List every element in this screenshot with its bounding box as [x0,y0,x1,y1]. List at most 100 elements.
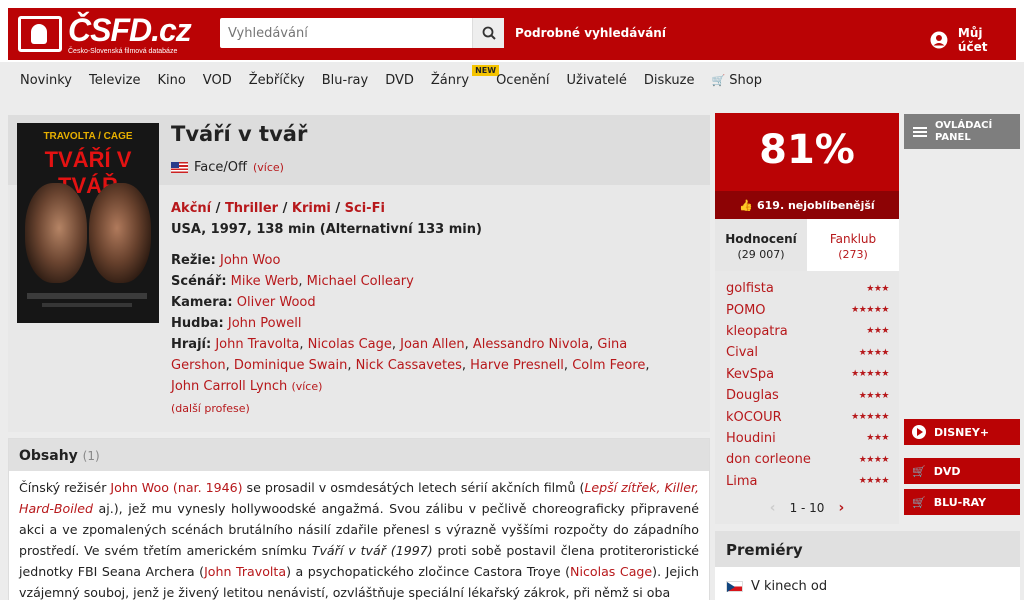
search-input[interactable] [220,18,468,48]
writer-link[interactable]: Michael Colleary [307,274,414,289]
user-rating-row: POMO ★★★★★ [726,299,889,320]
user-rating-row: kOCOUR ★★★★★ [726,406,889,427]
advanced-search-link[interactable]: Podrobné vyhledávání [515,26,666,40]
cast-link[interactable]: Harve Presnell [470,358,564,373]
writer-row: Scénář: Mike Werb, Michael Colleary [171,274,414,289]
genre-separator: / [211,201,225,216]
cast-link[interactable]: Joan Allen [400,337,464,352]
music-link[interactable]: John Powell [228,316,302,331]
user-link[interactable]: don corleone [726,452,811,467]
plot-text-part: Čínský režisér [19,480,111,495]
next-page-icon[interactable]: › [838,500,844,516]
nav-item-bluray[interactable]: Blu-ray [322,73,368,88]
genre-link[interactable]: Thriller [225,201,278,216]
plot-actor-link[interactable]: John Travolta [204,564,286,579]
stars-icon: ★★★★ [858,454,890,465]
genre-link[interactable]: Sci-Fi [345,201,385,216]
film-poster[interactable]: TRAVOLTA / CAGE TVÁŘÍ V TVÁŘ [17,123,159,323]
account-button[interactable]: Můj účet [930,26,1016,54]
nav-item-shop[interactable]: 🛒 Shop [711,73,762,88]
cast-link[interactable]: Alessandro Nivola [473,337,589,352]
premiere-row: V kinech od [715,567,1020,600]
nav-item-zanry[interactable]: Žánry NEW [430,64,500,88]
cast-more-link[interactable]: (více) [291,380,322,393]
menu-icon [913,126,927,137]
stars-icon: ★★★★ [858,390,890,401]
disney-plus-label: DISNEY+ [934,425,990,439]
tab-hodnoceni[interactable]: Hodnocení (29 007) [715,219,807,271]
search-button[interactable] [472,18,504,48]
nav-item-uzivatele[interactable]: Uživatelé [567,73,627,88]
popularity-rank-text: 619. nejoblíbenější [756,198,875,212]
original-title-more-link[interactable]: (více) [253,161,284,174]
user-link[interactable]: POMO [726,303,766,318]
user-link[interactable]: kleopatra [726,324,788,339]
cast-link[interactable]: Dominique Swain [234,358,347,373]
genre-link[interactable]: Akční [171,201,211,216]
plot-section: Obsahy (1) Čínský režisér John Woo (nar.… [8,438,710,600]
rating-tabs: Hodnocení (29 007) Fanklub (273) [715,219,899,271]
play-icon [912,425,926,439]
premieres-heading: Premiéry [715,531,1020,567]
buy-bluray-button[interactable]: 🛒 BLU-RAY [904,489,1020,515]
writer-label: Scénář: [171,274,227,289]
plot-director-link[interactable]: John Woo (nar. 1946) [110,480,242,495]
user-link[interactable]: KevSpa [726,367,774,382]
user-rating-row: Houdini ★★★ [726,428,889,449]
stars-icon: ★★★ [866,326,889,337]
user-link[interactable]: golfista [726,281,774,296]
control-panel-label: OVLÁDACÍ PANEL [935,119,993,143]
control-panel-button[interactable]: OVLÁDACÍ PANEL [904,114,1020,149]
camera-link[interactable]: Oliver Wood [237,295,316,310]
account-label: Můj účet [957,26,988,54]
popularity-rank[interactable]: 👍 619. nejoblíbenější [715,191,899,219]
cast-link[interactable]: John Travolta [215,337,299,352]
nav-item-zanry-label: Žánry [430,72,470,88]
genre-link[interactable]: Krimi [292,201,331,216]
main-nav: Novinky Televize Kino VOD Žebříčky Blu-r… [8,62,1016,98]
prev-page-icon[interactable]: ‹ [770,500,776,516]
user-link[interactable]: Douglas [726,388,779,403]
site-logo[interactable]: ČSFD.cz Česko-Slovenská filmová databáze [18,12,193,58]
more-professions-link[interactable]: (další profese) [171,402,250,415]
nav-item-diskuze[interactable]: Diskuze [644,73,695,88]
nav-item-novinky[interactable]: Novinky [20,73,72,88]
creators-list: Režie: John Woo Scénář: Mike Werb, Micha… [171,250,671,397]
user-rating-row: golfista ★★★ [726,278,889,299]
plot-text-part: ) a psychopatického zločince Castora Tro… [286,564,571,579]
nav-item-televize[interactable]: Televize [89,73,140,88]
nav-item-kino[interactable]: Kino [157,73,185,88]
plot-text-part: se prosadil v osmdesátých letech sérií a… [242,480,585,495]
us-flag-icon [171,162,188,173]
user-link[interactable]: Cival [726,345,758,360]
cast-link[interactable]: John Carroll Lynch [171,379,287,394]
ratings-pager: ‹ 1 - 10 › [715,496,899,520]
tab-label: Fanklub [829,232,877,246]
bluray-label: BLU-RAY [933,495,987,509]
writer-link[interactable]: Mike Werb [231,274,299,289]
nav-item-dvd[interactable]: DVD [385,73,414,88]
thumbs-up-icon: 👍 [739,198,753,212]
nav-item-oceneni[interactable]: Ocenění [496,73,549,88]
tab-label: Hodnocení [725,232,797,246]
user-link[interactable]: kOCOUR [726,410,782,425]
cast-link[interactable]: Nicolas Cage [308,337,392,352]
stars-icon: ★★★★★ [851,305,889,316]
user-link[interactable]: Lima [726,474,757,489]
nav-item-vod[interactable]: VOD [203,73,232,88]
genre-separator: / [278,201,292,216]
stars-icon: ★★★ [866,283,889,294]
plot-actor-link[interactable]: Nicolas Cage [570,564,652,579]
user-link[interactable]: Houdini [726,431,776,446]
director-link[interactable]: John Woo [220,253,280,268]
tab-fanklub[interactable]: Fanklub (273) [807,219,899,271]
disney-plus-button[interactable]: DISNEY+ [904,419,1020,445]
nav-item-zebricky[interactable]: Žebříčky [249,73,305,88]
search-box [220,18,504,48]
buy-dvd-button[interactable]: 🛒 DVD [904,458,1020,484]
cast-row: Hrají: John Travolta, Nicolas Cage, Joan… [171,337,650,394]
cast-link[interactable]: Nick Cassavetes [356,358,462,373]
original-title: Face/Off (více) [171,160,284,175]
cast-link[interactable]: Colm Feore [572,358,645,373]
original-title-text: Face/Off [194,160,247,175]
